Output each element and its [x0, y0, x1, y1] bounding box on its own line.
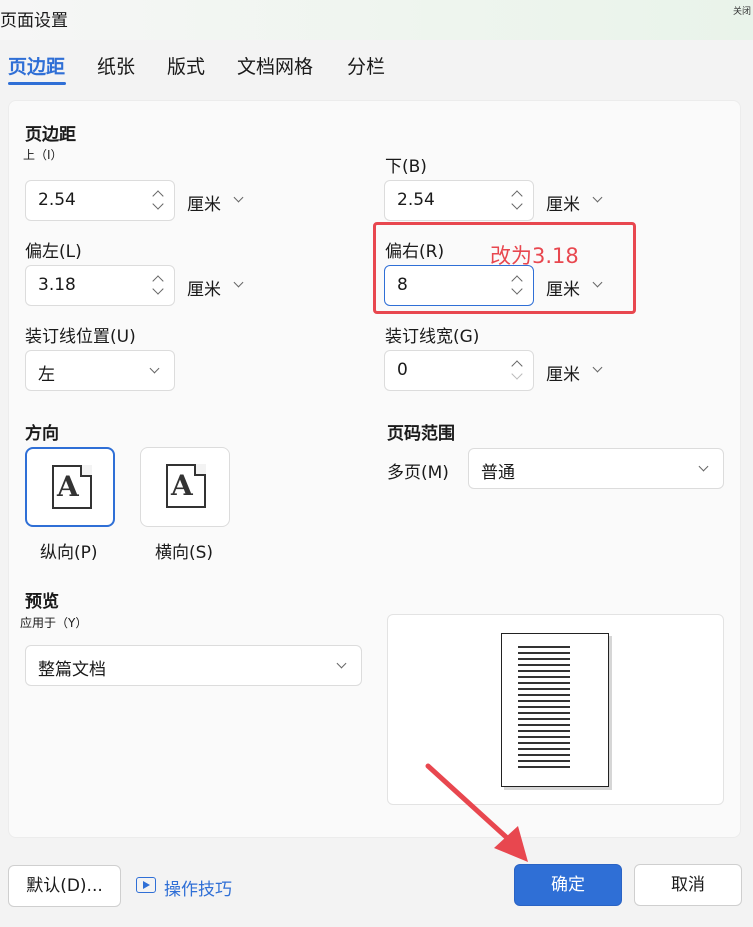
preview-text-lines [518, 646, 570, 772]
apply-to-select[interactable]: 整篇文档 [25, 645, 362, 686]
close-button[interactable]: 关闭 [733, 4, 751, 17]
chevron-down-icon [336, 658, 347, 669]
tab-paper[interactable]: 纸张 [97, 52, 135, 79]
bottom-margin-unit[interactable]: 厘米 [546, 190, 580, 215]
preview-section-title: 预览 [25, 592, 59, 612]
tab-margins[interactable]: 页边距 [8, 52, 65, 79]
ok-button[interactable]: 确定 [514, 864, 622, 906]
spinner-arrows-icon[interactable] [152, 187, 166, 215]
spinner-arrows-icon[interactable] [511, 357, 525, 385]
landscape-label: 横向(S) [155, 543, 214, 563]
portrait-label: 纵向(P) [40, 543, 98, 563]
left-margin-input[interactable]: 3.18 [25, 265, 175, 306]
gutter-width-input[interactable]: 0 [384, 350, 534, 391]
portrait-option[interactable]: A [25, 447, 115, 527]
left-margin-unit[interactable]: 厘米 [187, 275, 221, 300]
title-bar [0, 0, 753, 40]
multiple-pages-label: 多页(M) [387, 463, 449, 483]
gutter-width-label: 装订线宽(G) [385, 327, 480, 347]
tips-link[interactable]: 操作技巧 [164, 875, 232, 900]
annotation-arrow-icon [425, 763, 528, 862]
landscape-page-icon: A [166, 464, 206, 508]
spinner-arrows-icon[interactable] [152, 272, 166, 300]
portrait-page-icon: A [52, 465, 92, 509]
spinner-arrows-icon[interactable] [511, 187, 525, 215]
default-button[interactable]: 默认(D)... [8, 865, 121, 907]
gutter-position-label: 装订线位置(U) [25, 327, 136, 347]
window-title: 页面设置 [0, 11, 68, 31]
active-tab-indicator [8, 82, 66, 85]
landscape-option[interactable]: A [140, 447, 230, 527]
left-margin-label: 偏左(L) [25, 242, 82, 262]
bottom-margin-label: 下(B) [385, 157, 427, 177]
chevron-down-icon [698, 461, 709, 472]
cancel-button[interactable]: 取消 [634, 864, 742, 906]
tab-document-grid[interactable]: 文档网格 [237, 52, 313, 79]
top-margin-input[interactable]: 2.54 [25, 180, 175, 221]
annotation-text: 改为3.18 [490, 244, 579, 268]
chevron-down-icon [149, 363, 160, 374]
gutter-width-unit[interactable]: 厘米 [546, 360, 580, 385]
gutter-position-select[interactable]: 左 [25, 350, 175, 391]
margins-section-title: 页边距 [25, 125, 76, 145]
top-margin-label: 上（I） [23, 148, 63, 162]
play-tutorial-icon[interactable] [136, 877, 156, 893]
tab-columns[interactable]: 分栏 [347, 52, 385, 79]
apply-to-label: 应用于（Y） [20, 616, 88, 630]
page-range-section-title: 页码范围 [387, 424, 455, 444]
bottom-margin-input[interactable]: 2.54 [384, 180, 534, 221]
multiple-pages-select[interactable]: 普通 [468, 448, 724, 489]
tab-layout[interactable]: 版式 [167, 52, 205, 79]
top-margin-unit[interactable]: 厘米 [187, 190, 221, 215]
orientation-section-title: 方向 [25, 424, 59, 444]
